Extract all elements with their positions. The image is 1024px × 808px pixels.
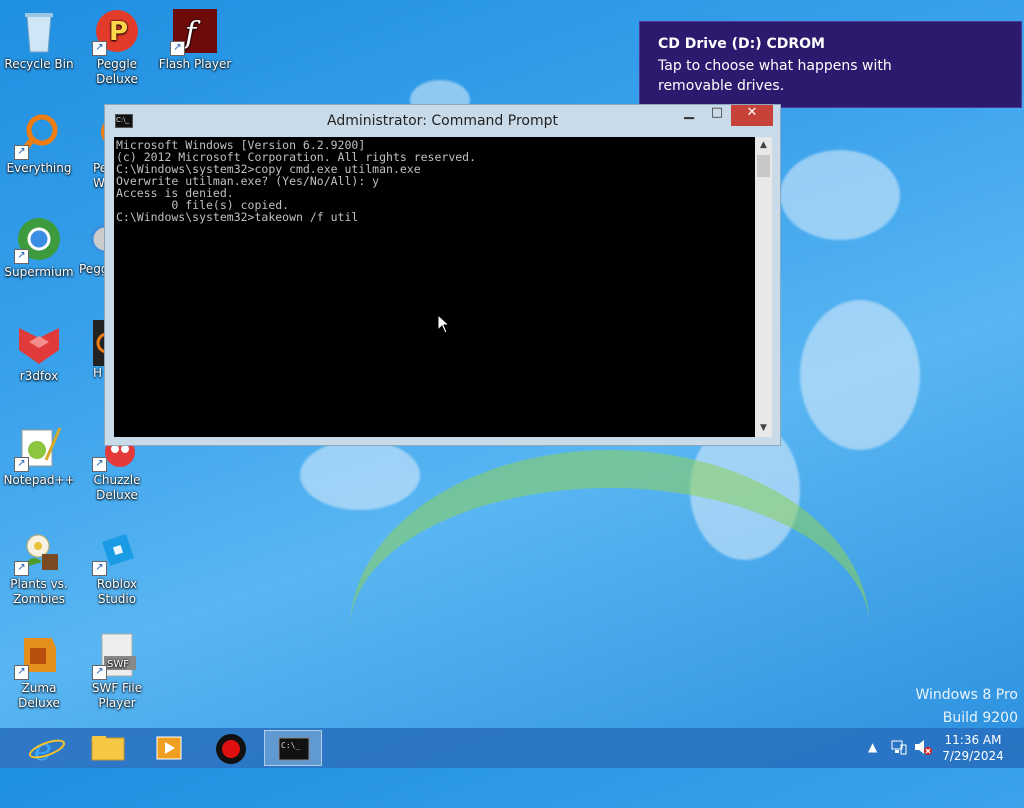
notification-message: Tap to choose what happens with removabl…: [658, 58, 892, 94]
desktop-icon-pvz[interactable]: ↗ Plants vs. Zombies: [1, 528, 77, 607]
icon-label: Supermium: [4, 265, 74, 279]
taskbar-internet-explorer[interactable]: e: [18, 730, 76, 768]
desktop-icon-everything[interactable]: ↗ Everything: [1, 112, 77, 176]
desktop-icon-zuma[interactable]: ↗ Zuma Deluxe: [1, 632, 77, 711]
taskbar-recorder[interactable]: [201, 730, 259, 766]
mouse-pointer-icon: [437, 313, 451, 338]
icon-label: Recycle Bin: [4, 57, 74, 71]
record-icon: [216, 734, 246, 764]
taskbar-media-player[interactable]: [140, 730, 198, 766]
desktop-icon-roblox-studio[interactable]: ↗ Roblox Studio: [79, 528, 155, 607]
flash-icon: f ↗: [170, 8, 218, 56]
watermark-edition: Windows 8 Pro: [915, 687, 1018, 703]
r3dfox-icon: [16, 320, 62, 366]
icon-label: r3dfox: [19, 369, 59, 383]
desktop-icon-flash-player[interactable]: f ↗ Flash Player: [157, 8, 233, 72]
desktop-icon-supermium[interactable]: ↗ Supermium: [1, 216, 77, 280]
desktop-icon-partial-2[interactable]: Pegg: [79, 216, 107, 277]
media-player-icon: [156, 736, 182, 760]
command-prompt-window[interactable]: C:\_ Administrator: Command Prompt ▁ □ ✕…: [104, 104, 781, 446]
scroll-down-arrow-icon[interactable]: ▼: [755, 420, 772, 437]
minimize-button[interactable]: ▁: [675, 105, 703, 126]
pvz-icon: ↗: [14, 528, 62, 576]
desktop-icon-r3dfox[interactable]: r3dfox: [1, 320, 77, 384]
supermium-icon: ↗: [14, 216, 62, 264]
roblox-studio-icon: ↗: [92, 528, 140, 576]
file-explorer-icon: [91, 736, 125, 761]
recycle-bin-icon: [16, 8, 62, 54]
icon-label: Plants vs. Zombies: [10, 577, 68, 606]
clock-time: 11:36 AM: [944, 733, 1002, 747]
network-icon[interactable]: [890, 738, 908, 778]
show-hidden-icons-arrow-icon[interactable]: ▲: [868, 740, 877, 780]
icon-label: Pegg: [79, 262, 107, 276]
icon-label: Zuma Deluxe: [18, 681, 60, 710]
vertical-scrollbar[interactable]: ▲ ▼: [755, 137, 772, 437]
command-prompt-icon: C:\_: [278, 737, 310, 761]
window-title-bar[interactable]: C:\_ Administrator: Command Prompt ▁ □ ✕: [105, 105, 780, 137]
icon-label: Roblox Studio: [96, 577, 138, 606]
windows-watermark: Windows 8 Pro Build 9200: [915, 684, 1018, 730]
volume-muted-icon[interactable]: [913, 738, 933, 778]
close-button[interactable]: ✕: [731, 105, 773, 126]
peggle-icon: P ↗: [92, 8, 140, 56]
icon-label: SWF File Player: [91, 681, 143, 710]
svg-text:P: P: [109, 17, 128, 47]
autoplay-notification[interactable]: CD Drive (D:) CDROM Tap to choose what h…: [639, 21, 1022, 108]
svg-text:C:\_: C:\_: [281, 741, 300, 750]
partial-app-icon: [79, 216, 107, 262]
internet-explorer-icon: e: [28, 733, 66, 768]
zuma-icon: ↗: [14, 632, 62, 680]
icon-label: Everything: [6, 161, 72, 175]
taskbar: e C:\_ ▲ 11:36 AM 7/29/2024: [0, 728, 1024, 768]
desktop-icon-notepad-plus[interactable]: ↗ Notepad++: [1, 424, 77, 488]
everything-icon: ↗: [14, 112, 62, 160]
console-line: C:\Windows\system32>takeown /f util: [116, 210, 359, 224]
desktop-icon-recycle-bin[interactable]: Recycle Bin: [1, 8, 77, 72]
scroll-up-arrow-icon[interactable]: ▲: [755, 137, 772, 154]
svg-text:SWF: SWF: [107, 659, 129, 670]
clock[interactable]: 11:36 AM 7/29/2024: [933, 732, 1013, 764]
icon-label: Flash Player: [158, 57, 232, 71]
icon-label: Peggle Deluxe: [96, 57, 138, 86]
swf-player-icon: SWF ↗: [92, 632, 140, 680]
scroll-thumb[interactable]: [757, 155, 770, 177]
desktop-icon-swf-player[interactable]: SWF ↗ SWF File Player: [79, 632, 155, 711]
svg-text:e: e: [34, 733, 52, 766]
taskbar-file-explorer[interactable]: [79, 730, 137, 766]
maximize-button[interactable]: □: [703, 105, 731, 126]
notepad-plus-icon: ↗: [14, 424, 62, 472]
icon-label: Chuzzle Deluxe: [93, 473, 141, 502]
clock-date: 7/29/2024: [942, 749, 1004, 763]
notification-title: CD Drive (D:) CDROM: [658, 36, 825, 52]
watermark-build: Build 9200: [942, 710, 1018, 726]
desktop-icon-peggle[interactable]: P ↗ Peggle Deluxe: [79, 8, 155, 87]
icon-label: Notepad++: [3, 473, 75, 487]
taskbar-command-prompt[interactable]: C:\_: [264, 730, 322, 766]
console-output[interactable]: Microsoft Windows [Version 6.2.9200] (c) …: [114, 137, 755, 437]
